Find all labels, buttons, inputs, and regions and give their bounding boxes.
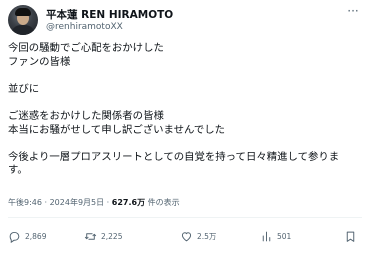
reply-button[interactable]: 2,869 (8, 228, 46, 244)
reply-count: 2,869 (25, 231, 47, 241)
repost-count: 2,225 (101, 231, 123, 241)
tweet-line: ご迷惑をおかけした関係者の皆様 (8, 109, 164, 122)
heart-icon (181, 231, 192, 241)
views-suffix: 件の表示 (145, 198, 180, 207)
like-button[interactable]: 2.5万 (180, 228, 216, 244)
avatar-body-shape (11, 25, 35, 35)
like-count: 2.5万 (197, 231, 217, 241)
tweet-line: 本当にお騒がせして申し訳ございませんでした (8, 123, 226, 136)
bar-chart-icon (262, 231, 271, 241)
display-name[interactable]: 平本蓮 REN HIRAMOTO (46, 7, 173, 22)
tweet-text: 今回の騒動でご心配をおかけした ファンの皆様 並びに ご迷惑をおかけした関係者の… (8, 42, 362, 178)
tweet-line: ファンの皆様 (8, 55, 71, 68)
post-header: 平本蓮 REN HIRAMOTO @renhiramotoXX ··· (8, 4, 362, 40)
avatar[interactable] (8, 5, 38, 35)
bookmark-button[interactable] (344, 228, 361, 244)
tweet-line: 今回の騒動でご心配をおかけした (8, 42, 164, 54)
action-bar: 2,869 2,225 2.5万 501 (8, 228, 362, 244)
tweet-line: 並びに (8, 82, 40, 95)
avatar-hair-shape (15, 8, 31, 16)
views-count: 627.6万 (111, 198, 146, 207)
tweet-line: 今後より一層プロアスリートとしての自覚を持って日々精進して参りま (8, 150, 340, 163)
views-action-count: 501 (277, 231, 292, 241)
divider (8, 217, 362, 218)
bookmark-icon (346, 231, 355, 242)
post-timestamp[interactable]: 午後9:46 · 2024年9月5日 · (8, 198, 112, 207)
user-handle[interactable]: @renhiramotoXX (46, 22, 123, 32)
views-button[interactable]: 501 (260, 228, 291, 244)
repost-icon (84, 232, 97, 240)
repost-button[interactable]: 2,225 (84, 228, 122, 244)
post-metadata: 午後9:46 · 2024年9月5日 · 627.6万 件の表示 (8, 197, 180, 208)
more-horizontal-icon[interactable]: ··· (344, 5, 362, 20)
tweet-line: す。 (8, 164, 28, 177)
reply-icon (9, 231, 20, 243)
